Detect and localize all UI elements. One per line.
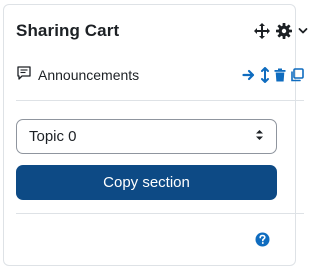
chevron-down-icon[interactable] [298, 26, 308, 36]
divider [16, 213, 304, 214]
cart-item-row: Announcements [16, 62, 304, 88]
block-title: Sharing Cart [16, 21, 120, 40]
help-icon[interactable] [255, 232, 270, 252]
cart-item-actions [242, 67, 304, 83]
gear-icon[interactable] [276, 23, 292, 39]
copy-section-button[interactable]: Copy section [16, 165, 277, 200]
section-select-value: Topic 0 [29, 128, 77, 145]
sort-caret-icon [255, 128, 264, 146]
block-header: Sharing Cart [16, 18, 308, 44]
section-select[interactable]: Topic 0 [16, 119, 277, 154]
arrow-right-icon[interactable] [242, 68, 256, 82]
forum-icon [16, 65, 32, 86]
cart-item: Announcements [16, 65, 139, 86]
copy-icon[interactable] [290, 68, 304, 82]
cart-item-label: Announcements [38, 67, 140, 83]
move-icon[interactable] [254, 23, 270, 39]
block-header-actions [254, 23, 308, 39]
trash-icon[interactable] [274, 68, 286, 82]
move-vertical-icon[interactable] [260, 67, 270, 83]
divider [16, 100, 304, 101]
